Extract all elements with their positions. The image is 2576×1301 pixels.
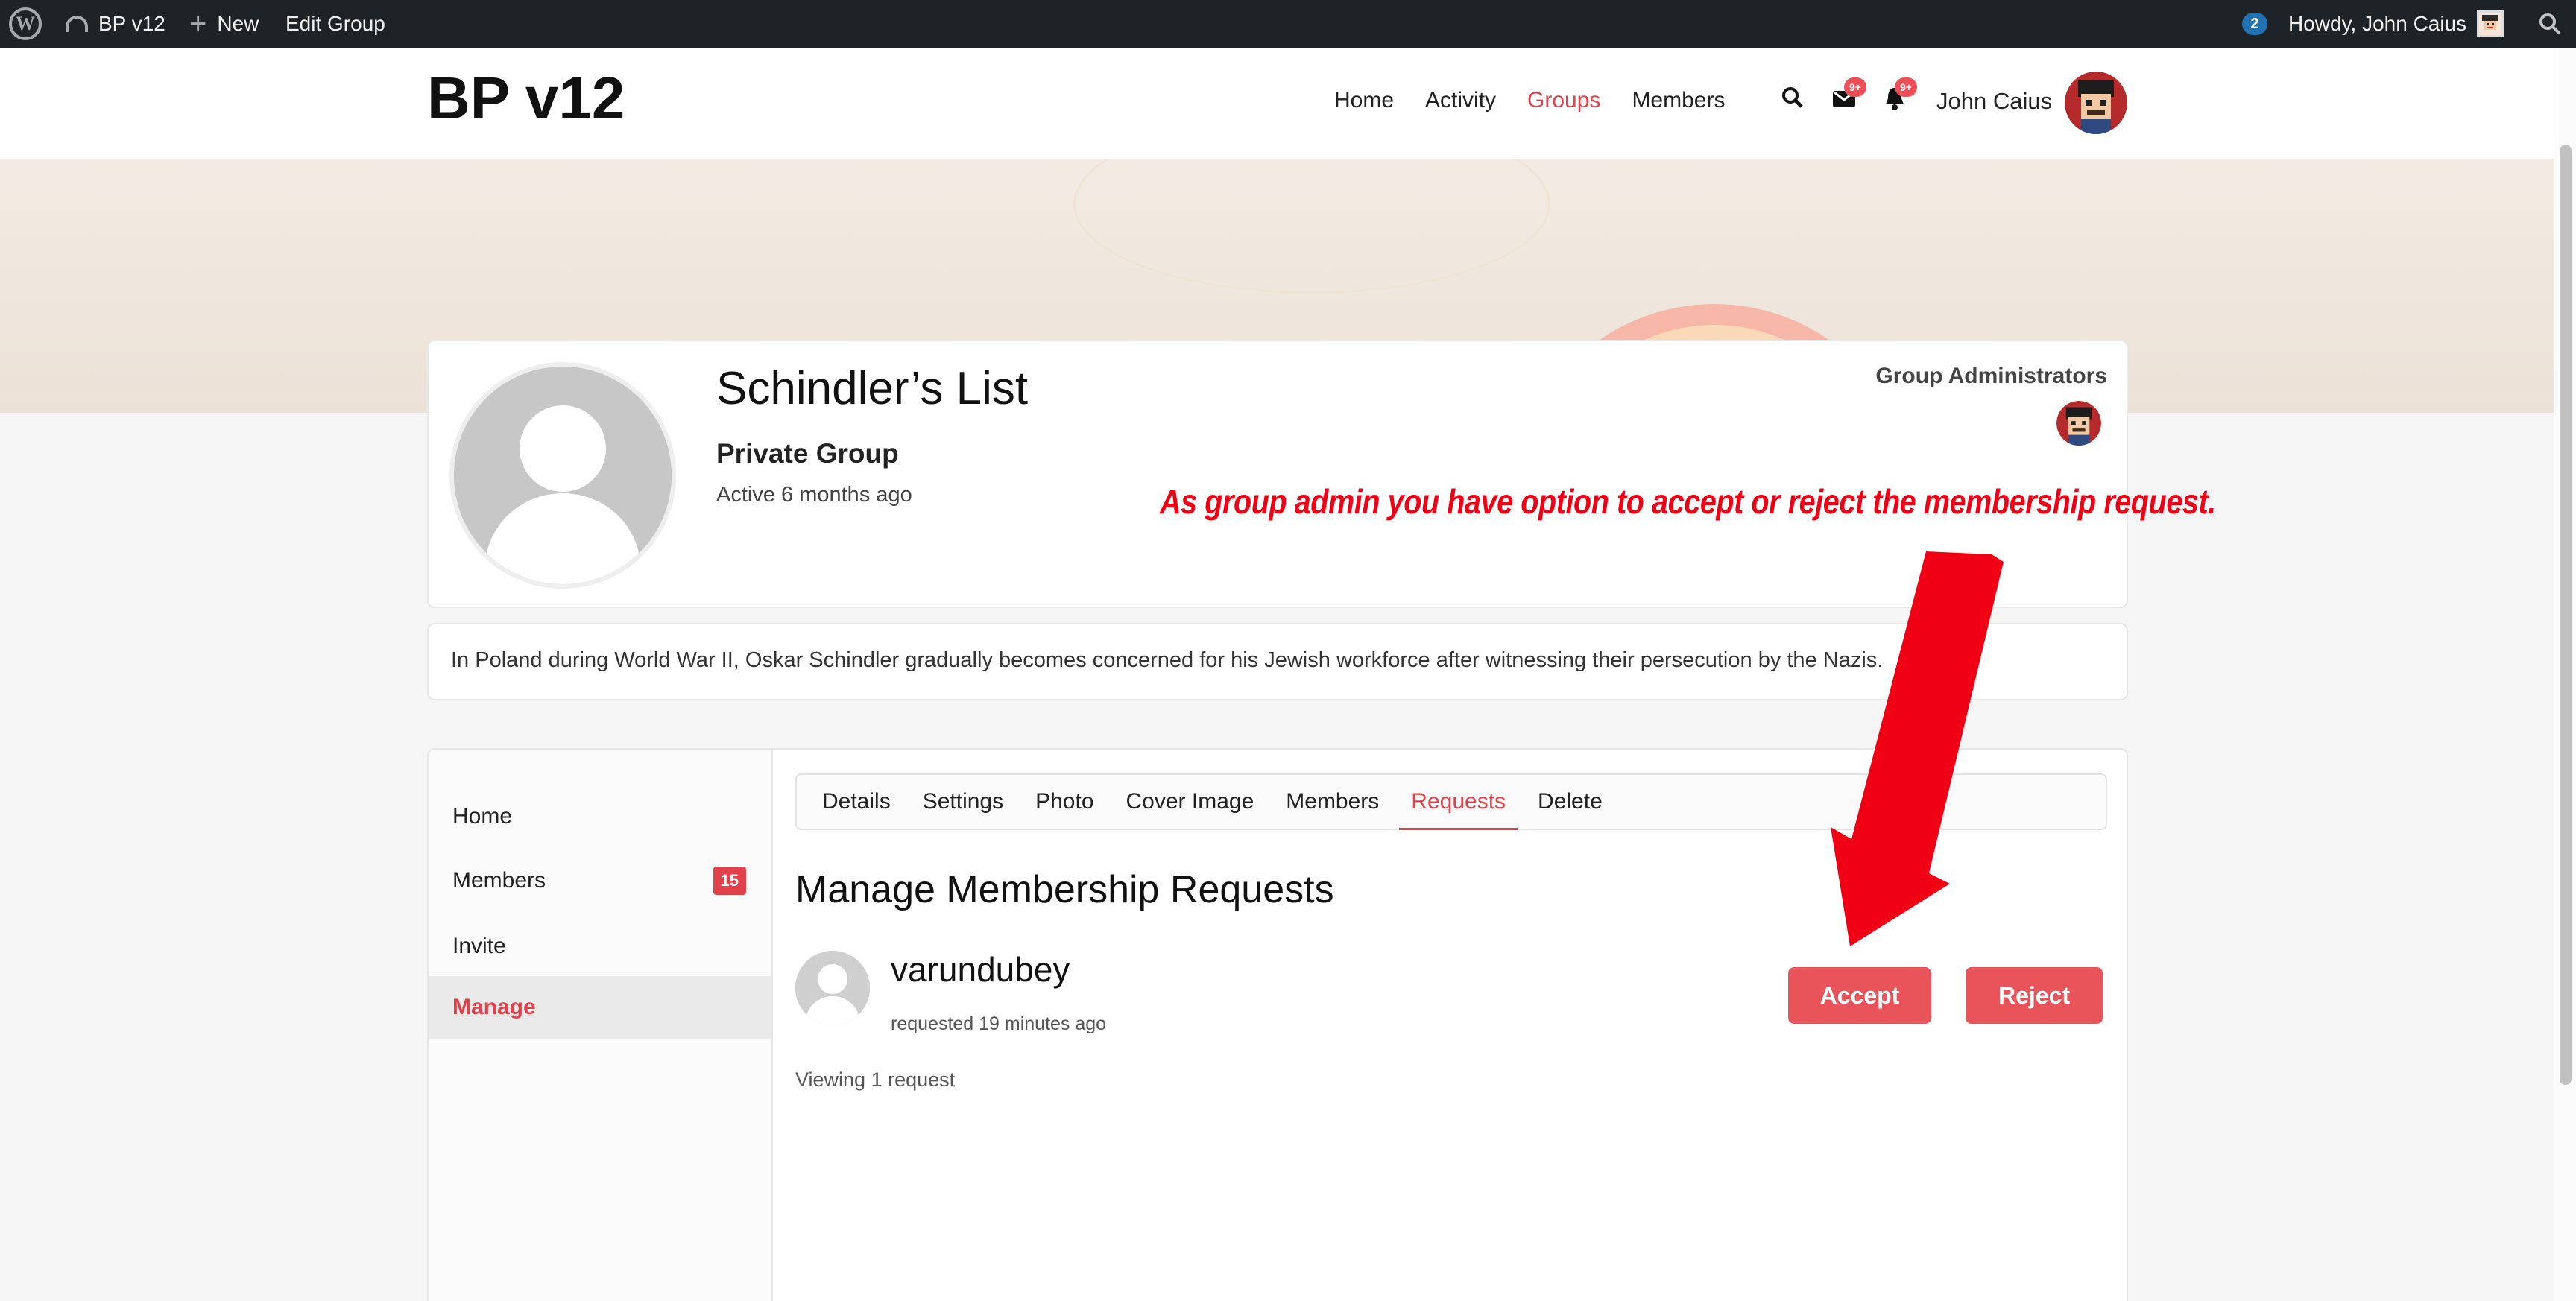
admin-bar-new-link[interactable]: + New [189,0,259,48]
members-count-badge: 15 [713,867,746,895]
admin-bar-new-label: New [217,12,259,35]
messages-badge: 9+ [1844,77,1866,97]
tab-members[interactable]: Members [1286,774,1379,829]
sidebar-item-invite[interactable]: Invite [429,915,771,978]
admin-bar-site-link[interactable]: BP v12 [66,0,165,48]
site-title[interactable]: BP v12 [427,64,625,133]
accept-button[interactable]: Accept [1788,967,1931,1024]
tab-details[interactable]: Details [822,774,891,829]
site-header: BP v12 Home Activity Groups Members 9+ 9… [0,48,2554,159]
group-last-active: Active 6 months ago [716,483,912,507]
plus-icon: + [189,7,207,40]
admin-bar: W BP v12 + New Edit Group 2 Howdy, John … [0,0,2576,48]
tab-cover-image[interactable]: Cover Image [1126,774,1254,829]
sidebar-item-home[interactable]: Home [429,785,771,848]
messages-icon[interactable]: 9+ [1832,77,1866,115]
dashboard-icon [66,16,88,32]
notifications-bell-icon[interactable]: 9+ [1883,77,1917,115]
annotation-callout: As group admin you have option to accept… [1160,482,2216,521]
reject-button[interactable]: Reject [1966,967,2103,1024]
group-title: Schindler’s List [716,363,1029,414]
sidebar-item-manage[interactable]: Manage [429,976,771,1039]
admin-bar-edit-label: Edit Group [285,12,385,35]
tab-photo[interactable]: Photo [1035,774,1093,829]
scrollbar-thumb[interactable] [2560,145,2572,1085]
group-type: Private Group [716,438,899,469]
nav-home[interactable]: Home [1334,88,1394,113]
admin-bar-notifications[interactable]: 2 [2242,0,2267,48]
requester-avatar[interactable] [795,951,870,1025]
tab-requests[interactable]: Requests [1399,774,1518,830]
admin-bar-site-name: BP v12 [98,12,165,35]
request-time: requested 19 minutes ago [891,1013,1107,1034]
tab-settings[interactable]: Settings [923,774,1003,829]
admin-bar-howdy: Howdy, John Caius [2288,12,2467,35]
admin-bar-account[interactable]: Howdy, John Caius [2288,0,2504,48]
notifications-badge: 9+ [1895,77,1917,97]
viewing-count: Viewing 1 request [795,1069,956,1091]
header-user-name[interactable]: John Caius [1936,88,2052,115]
group-administrators-label: Group Administrators [1875,364,2107,388]
sidebar-item-members[interactable]: Members 15 [429,849,771,912]
wordpress-logo-icon[interactable]: W [9,7,42,40]
admin-bar-edit-group-link[interactable]: Edit Group [285,0,385,48]
search-icon[interactable] [1781,85,1811,115]
admin-bar-count-badge: 2 [2242,13,2267,35]
nav-members[interactable]: Members [1632,88,1725,113]
requester-name[interactable]: varundubey [891,949,1070,990]
group-avatar [449,362,676,589]
tab-delete[interactable]: Delete [1538,774,1603,829]
admin-bar-search-icon[interactable] [2539,0,2561,48]
nav-activity[interactable]: Activity [1425,88,1496,113]
sidebar-item-label: Invite [452,934,506,958]
group-sidebar: Home Members 15 Invite Manage [429,750,773,1301]
manage-requests-heading: Manage Membership Requests [795,868,1334,911]
group-admin-avatar[interactable] [2056,401,2101,446]
admin-bar-avatar [2477,10,2504,37]
header-avatar[interactable] [2065,72,2127,134]
main-nav: Home Activity Groups Members [1334,88,1756,113]
sidebar-item-label: Home [452,804,513,829]
sidebar-item-label: Manage [452,995,536,1019]
sidebar-item-label: Members [452,868,546,893]
annotation-arrow-icon [1831,551,2004,946]
nav-groups[interactable]: Groups [1527,88,1600,113]
